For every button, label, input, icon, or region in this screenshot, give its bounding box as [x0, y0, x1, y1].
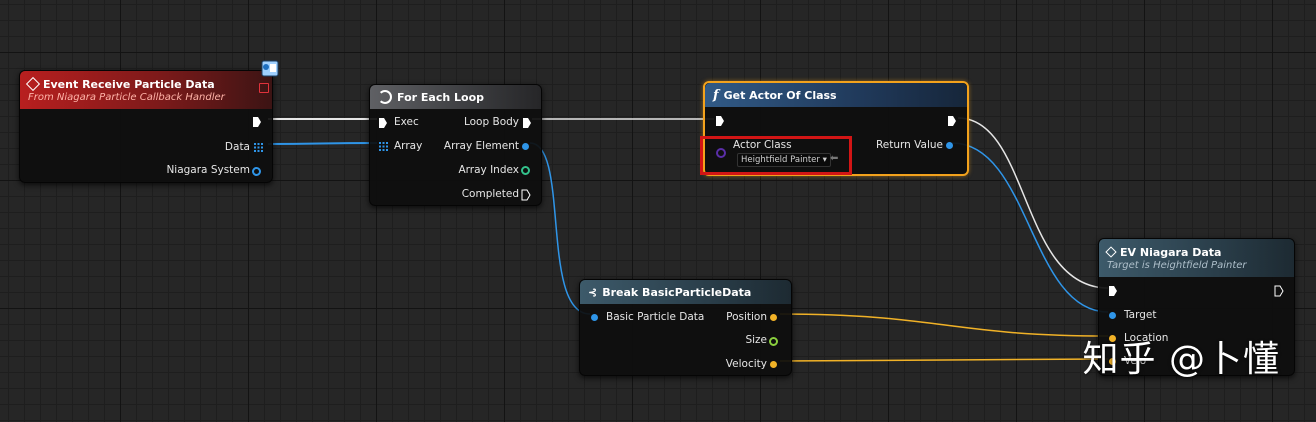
pin-label-array-element: Array Element [443, 140, 519, 152]
exec-out-pin[interactable] [1274, 285, 1284, 297]
event-receive-particle-data-node[interactable]: Event Receive Particle Data From Niagara… [19, 70, 273, 183]
wire-exec-getactor-to-ev [957, 117, 1109, 289]
loop-icon [378, 90, 392, 104]
pin-label-position: Position [726, 311, 767, 323]
array-in-pin[interactable] [379, 142, 388, 151]
loop-body-out-pin[interactable] [522, 117, 532, 129]
wire-velocity [779, 358, 1109, 362]
velocity-pin[interactable] [770, 361, 777, 368]
function-icon: f [713, 87, 719, 103]
size-pin[interactable] [769, 337, 778, 346]
node-subtitle: From Niagara Particle Callback Handler [28, 91, 225, 103]
highlight-box [700, 136, 852, 175]
error-marker-icon [259, 83, 269, 93]
wire-target [951, 142, 1109, 313]
wire-array [267, 142, 378, 145]
niagara-badge-icon [261, 60, 279, 77]
pin-label-completed: Completed [461, 188, 519, 200]
pin-label-array: Array [394, 140, 423, 152]
position-pin[interactable] [770, 314, 777, 321]
pin-label-data: Data [224, 141, 250, 153]
pin-label-return-value: Return Value [875, 139, 943, 151]
node-header: EV Niagara Data Target is Heightfield Pa… [1099, 239, 1294, 277]
data-array-pin[interactable] [254, 143, 263, 152]
exec-out-pin[interactable] [947, 115, 957, 127]
array-index-pin[interactable] [521, 166, 530, 175]
pin-label-basic-particle-data: Basic Particle Data [606, 311, 705, 323]
node-title: Break BasicParticleData [602, 285, 752, 299]
break-basic-particle-data-node[interactable]: ⊰ Break BasicParticleData Basic Particle… [579, 279, 792, 376]
node-title: Get Actor Of Class [723, 88, 837, 102]
node-subtitle: Target is Heightfield Painter [1107, 259, 1247, 271]
exec-out-pin[interactable] [252, 116, 262, 128]
node-title: EV Niagara Data [1120, 245, 1222, 259]
pin-label-loop-body: Loop Body [463, 116, 519, 128]
exec-in-pin[interactable] [715, 115, 725, 127]
completed-out-pin[interactable] [521, 189, 531, 201]
node-title: Event Receive Particle Data [43, 77, 215, 91]
node-header: Event Receive Particle Data From Niagara… [20, 71, 272, 109]
pin-label-size: Size [745, 334, 767, 346]
exec-in-pin[interactable] [378, 117, 388, 129]
return-value-pin[interactable] [946, 142, 953, 149]
pin-label-exec: Exec [394, 116, 419, 128]
event-icon [1105, 246, 1117, 258]
node-header: ⊰ Break BasicParticleData [580, 280, 791, 304]
niagara-system-pin[interactable] [252, 167, 261, 176]
watermark: 知乎 @卜懂 [1082, 339, 1280, 380]
node-header: For Each Loop [370, 85, 541, 109]
node-header: f Get Actor Of Class [705, 83, 967, 107]
target-pin[interactable] [1109, 312, 1116, 319]
for-each-loop-node[interactable]: For Each Loop Exec Array Loop Body Array… [369, 84, 542, 206]
event-icon [25, 76, 41, 92]
exec-in-pin[interactable] [1108, 285, 1118, 297]
pin-label-array-index: Array Index [458, 164, 519, 176]
node-title: For Each Loop [397, 90, 484, 104]
pin-label-velocity: Velocity [725, 358, 767, 370]
wire-position-to-location [779, 313, 1109, 337]
pin-label-niagara-system: Niagara System [166, 164, 250, 176]
array-element-pin[interactable] [522, 143, 529, 150]
basic-particle-data-pin[interactable] [591, 314, 598, 321]
break-icon: ⊰ [588, 285, 598, 299]
pin-label-target: Target [1124, 309, 1157, 321]
